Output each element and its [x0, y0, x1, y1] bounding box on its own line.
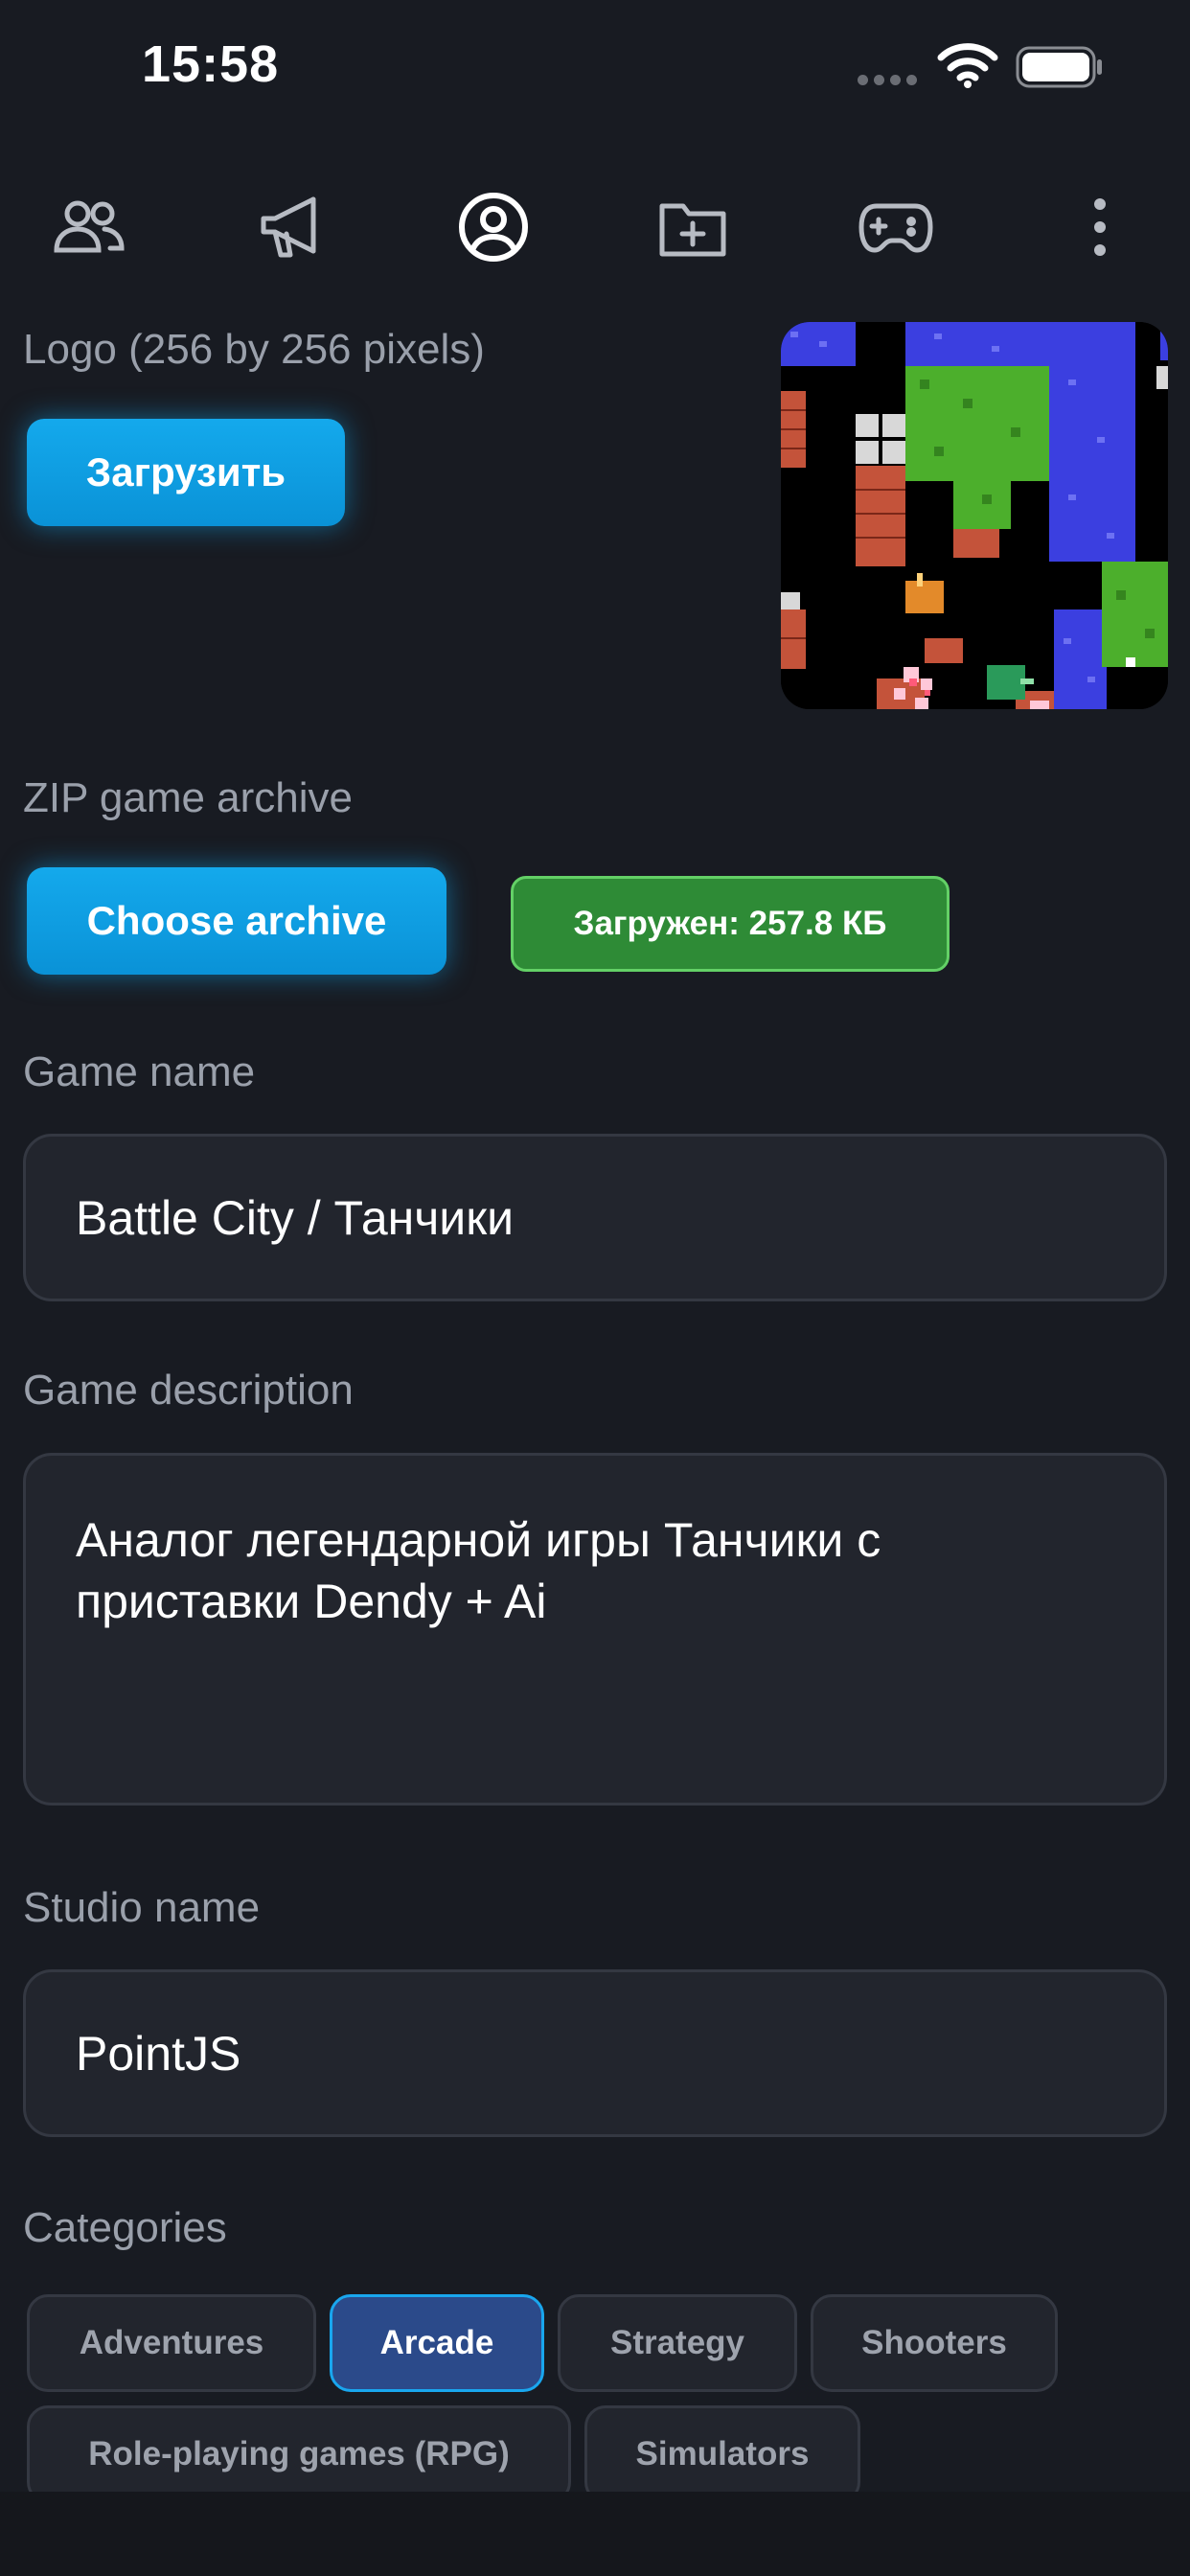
archive-status-badge: Загружен: 257.8 КБ	[511, 876, 950, 972]
cellular-signal-icon	[858, 75, 917, 85]
category-chip-arcade[interactable]: Arcade	[330, 2294, 544, 2392]
megaphone-icon[interactable]	[251, 184, 337, 270]
bottom-safe-area	[0, 2492, 1190, 2576]
more-vertical-icon[interactable]	[1057, 184, 1143, 270]
category-chip-adventures[interactable]: Adventures	[27, 2294, 316, 2392]
studio-name-label: Studio name	[23, 1884, 261, 1931]
status-time: 15:58	[142, 35, 280, 93]
game-description-label: Game description	[23, 1367, 354, 1414]
game-description-textarea[interactable]: Аналог легендарной игры Танчики с приста…	[23, 1453, 1167, 1806]
users-icon[interactable]	[46, 184, 132, 270]
user-circle-icon[interactable]	[450, 184, 537, 270]
status-bar: 15:58	[0, 0, 1190, 134]
categories-label: Categories	[23, 2204, 227, 2251]
top-navigation	[0, 172, 1190, 278]
category-chip-simulators[interactable]: Simulators	[584, 2405, 860, 2503]
upload-logo-button[interactable]: Загрузить	[27, 419, 345, 526]
archive-label: ZIP game archive	[23, 774, 354, 821]
choose-archive-button[interactable]: Choose archive	[27, 867, 446, 975]
game-logo-image	[781, 322, 1168, 709]
wifi-icon	[937, 43, 998, 88]
app-screen: 15:58 Logo (256 by 256 pixels) Загрузить…	[0, 0, 1190, 2576]
gamepad-icon[interactable]	[853, 184, 939, 270]
category-chip-shooters[interactable]: Shooters	[811, 2294, 1058, 2392]
category-chip-strategy[interactable]: Strategy	[558, 2294, 797, 2392]
game-name-input[interactable]: Battle City / Танчики	[23, 1134, 1167, 1301]
folder-plus-icon[interactable]	[650, 184, 736, 270]
category-chip-rpg[interactable]: Role-playing games (RPG)	[27, 2405, 571, 2503]
logo-label: Logo (256 by 256 pixels)	[23, 326, 485, 373]
battery-icon	[1016, 46, 1102, 88]
studio-name-input[interactable]: PointJS	[23, 1969, 1167, 2137]
game-name-label: Game name	[23, 1048, 256, 1095]
